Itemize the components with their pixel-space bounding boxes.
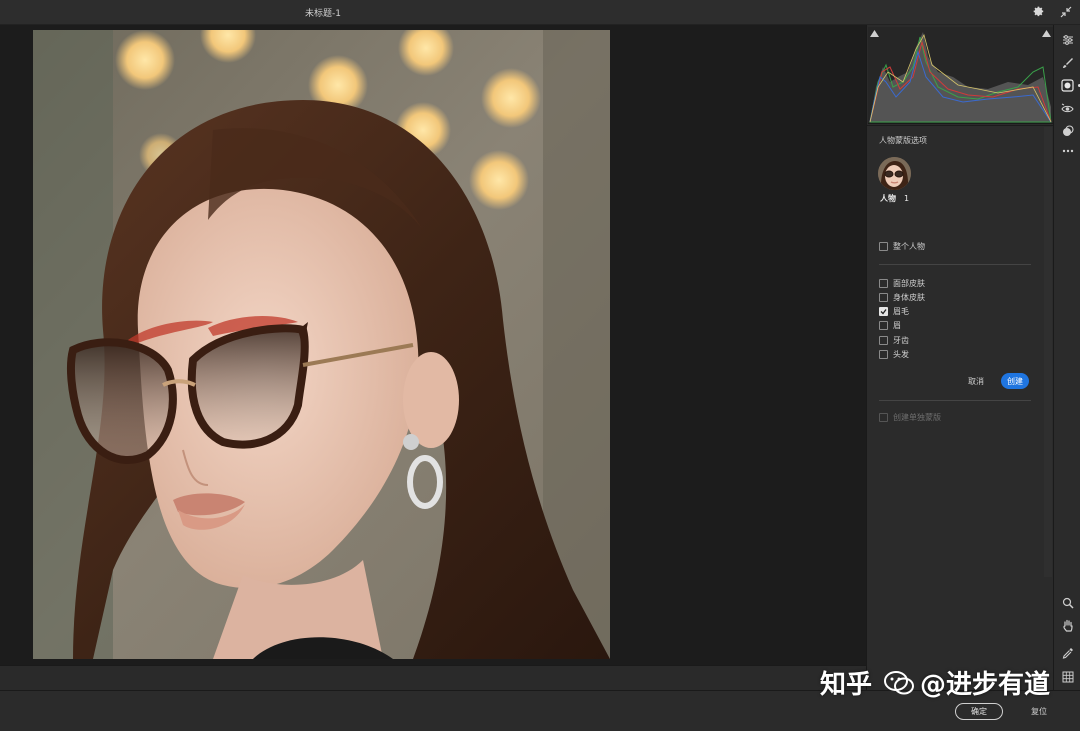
grid-icon[interactable] bbox=[1059, 668, 1076, 685]
checkbox-box[interactable] bbox=[879, 335, 888, 345]
checkbox-label: 头发 bbox=[893, 349, 909, 359]
watermark: 知乎 @进步有道 bbox=[820, 664, 1050, 701]
body-skin-checkbox[interactable]: 身体皮肤 bbox=[879, 291, 925, 303]
presets-icon[interactable] bbox=[1059, 122, 1076, 139]
portrait-photo bbox=[33, 30, 610, 659]
camera-raw-window: 未标题-1 人物蒙版选项 人物 1 整个人物 面部皮肤 身体皮肤 眉毛 眉 牙齿… bbox=[0, 0, 1080, 731]
person-name: 人物 bbox=[880, 194, 896, 203]
checkbox-box[interactable] bbox=[879, 320, 888, 330]
reset-button[interactable]: 复位 bbox=[1024, 704, 1054, 719]
checkbox-label: 牙齿 bbox=[893, 335, 909, 345]
title-bar: 未标题-1 bbox=[0, 0, 1080, 25]
person-label: 人物 1 bbox=[880, 193, 909, 204]
watermark-brand: 知乎 bbox=[820, 670, 873, 700]
checkbox-label: 眉毛 bbox=[893, 306, 909, 316]
watermark-author: @进步有道 bbox=[920, 670, 1051, 700]
collapse-arrows-icon[interactable] bbox=[1058, 4, 1074, 20]
filmstrip-bar bbox=[0, 665, 866, 690]
create-button[interactable]: 创建 bbox=[1001, 373, 1029, 389]
masking-panel: 人物蒙版选项 人物 1 整个人物 面部皮肤 身体皮肤 眉毛 眉 牙齿 头发 取消… bbox=[866, 25, 1054, 690]
red-eye-icon[interactable] bbox=[1059, 100, 1076, 117]
checkbox-box[interactable] bbox=[879, 241, 888, 251]
face-skin-checkbox[interactable]: 面部皮肤 bbox=[879, 277, 925, 289]
checkbox-label: 整个人物 bbox=[893, 241, 925, 251]
cancel-button[interactable]: 取消 bbox=[968, 376, 984, 387]
image-canvas[interactable] bbox=[0, 25, 866, 665]
separator bbox=[879, 264, 1031, 265]
brush-icon[interactable] bbox=[1059, 54, 1076, 71]
mask-icon[interactable] bbox=[1059, 77, 1080, 94]
separator bbox=[879, 400, 1031, 401]
panel-divider bbox=[867, 125, 1054, 126]
panel-scrollbar[interactable] bbox=[1044, 127, 1052, 577]
eyebrows-checkbox[interactable]: 眉毛 bbox=[879, 305, 909, 317]
person-count: 1 bbox=[904, 194, 910, 203]
zoom-icon[interactable] bbox=[1059, 594, 1076, 611]
histogram bbox=[868, 27, 1053, 124]
checkbox-label: 创建单独蒙版 bbox=[893, 412, 941, 422]
tool-strip bbox=[1053, 25, 1080, 690]
gear-icon[interactable] bbox=[1031, 4, 1047, 20]
separate-mask-checkbox[interactable]: 创建单独蒙版 bbox=[879, 411, 941, 423]
lips-checkbox[interactable]: 眉 bbox=[879, 319, 901, 331]
checkbox-box[interactable] bbox=[879, 278, 888, 288]
checkbox-box-checked[interactable] bbox=[879, 306, 888, 316]
whole-person-checkbox[interactable]: 整个人物 bbox=[879, 240, 925, 252]
checkmark-icon bbox=[880, 308, 887, 314]
hair-checkbox[interactable]: 头发 bbox=[879, 348, 909, 360]
more-icon[interactable] bbox=[1059, 142, 1076, 159]
wechat-icon bbox=[884, 670, 915, 694]
sliders-icon[interactable] bbox=[1059, 31, 1076, 48]
teeth-checkbox[interactable]: 牙齿 bbox=[879, 334, 909, 346]
checkbox-label: 面部皮肤 bbox=[893, 278, 925, 288]
section-title: 人物蒙版选项 bbox=[879, 136, 927, 145]
ok-button[interactable]: 确定 bbox=[955, 703, 1003, 720]
checkbox-box[interactable] bbox=[879, 349, 888, 359]
hand-icon[interactable] bbox=[1059, 617, 1076, 634]
document-title: 未标题-1 bbox=[305, 9, 341, 19]
checkbox-box[interactable] bbox=[879, 292, 888, 302]
checkbox-label: 身体皮肤 bbox=[893, 292, 925, 302]
checkbox-box[interactable] bbox=[879, 412, 888, 422]
person-thumbnail[interactable] bbox=[878, 157, 911, 190]
checkbox-label: 眉 bbox=[893, 320, 901, 330]
eyedropper-icon[interactable] bbox=[1059, 644, 1076, 661]
